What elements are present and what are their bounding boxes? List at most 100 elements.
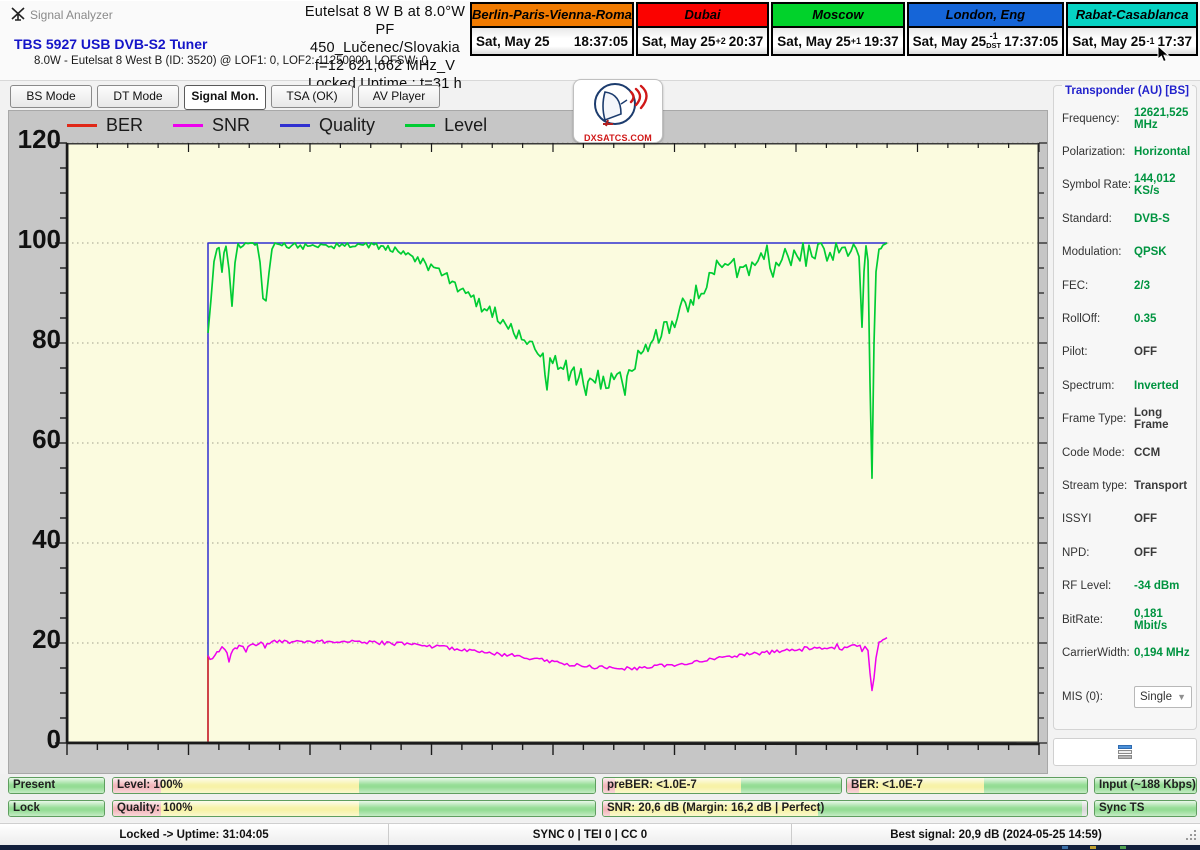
statusbar-best-signal: Best signal: 20,9 dB (2024-05-25 14:59)	[792, 824, 1200, 846]
clock-city: Rabat-Casablanca	[1068, 4, 1196, 28]
clock-city: Dubai	[638, 4, 767, 28]
world-clocks: Berlin-Paris-Vienna-RomaSat, May 2518:37…	[470, 2, 1198, 56]
field-label: Pilot:	[1062, 346, 1134, 358]
list-stack-icon	[1118, 745, 1132, 760]
meter-label: SNR: 20,6 dB (Margin: 16,2 dB | Perfect)	[607, 802, 824, 814]
field-label: MIS (0):	[1062, 691, 1134, 703]
field-value: 12621,525 MHz	[1134, 107, 1192, 131]
satellite-dish-icon	[575, 80, 661, 128]
legend-label: BER	[106, 115, 143, 136]
transponder-row: NPD:OFF	[1062, 536, 1192, 569]
transponder-row-mis: MIS (0):Single▼	[1062, 684, 1192, 710]
signal-meters: PresentLevel: 100%preBER: <1.0E-7BER: <1…	[0, 774, 1200, 822]
legend-label: Quality	[319, 115, 375, 136]
meter-label: Input (~188 Kbps)	[1099, 779, 1196, 791]
utc-offset: -1DST	[986, 32, 1001, 50]
meter-label: Level: 100%	[117, 779, 183, 791]
header: Signal Analyzer TBS 5927 USB DVB-S2 Tune…	[0, 0, 1200, 81]
field-value: OFF	[1134, 513, 1157, 525]
tab-signal-mon[interactable]: Signal Mon.	[184, 85, 266, 110]
field-label: RF Level:	[1062, 580, 1134, 592]
tab-dt-mode[interactable]: DT Mode	[97, 85, 179, 108]
field-value: OFF	[1134, 547, 1157, 559]
clock-time: 20:37	[729, 34, 764, 49]
field-value: 0.35	[1134, 313, 1156, 325]
transponder-row: RollOff:0.35	[1062, 302, 1192, 335]
field-label: Standard:	[1062, 213, 1134, 225]
legend-quality: Quality	[280, 115, 375, 136]
mouse-cursor	[1157, 46, 1171, 64]
transponder-row: Stream type:Transport	[1062, 469, 1192, 502]
field-value: 2/3	[1134, 280, 1150, 292]
field-value: CCM	[1134, 447, 1160, 459]
transponder-list-button[interactable]	[1053, 738, 1197, 766]
clock-city: London, Eng	[909, 4, 1063, 28]
transponder-panel-title: Transponder (AU) [BS]	[1062, 85, 1192, 97]
field-label: NPD:	[1062, 547, 1134, 559]
transponder-row: BitRate:0,181 Mbit/s	[1062, 603, 1192, 636]
transponder-row: Modulation:QPSK	[1062, 236, 1192, 269]
field-label: Modulation:	[1062, 246, 1134, 258]
transponder-row: Pilot:OFF	[1062, 336, 1192, 369]
legend-line-swatch	[67, 124, 97, 127]
mis-dropdown[interactable]: Single▼	[1134, 686, 1192, 708]
utc-offset: -1	[1146, 37, 1154, 46]
clock-date: Sat, May 25	[913, 34, 987, 49]
legend-ber: BER	[67, 115, 143, 136]
transponder-row: Code Mode:CCM	[1062, 436, 1192, 469]
field-label: Frame Type:	[1062, 413, 1134, 425]
input-meter: Input (~188 Kbps)	[1094, 777, 1197, 794]
tab-tsa-ok[interactable]: TSA (OK)	[271, 85, 353, 108]
transponder-row: Frequency:12621,525 MHz	[1062, 102, 1192, 135]
field-label: ISSYI	[1062, 513, 1134, 525]
clock-date: Sat, May 25	[642, 34, 716, 49]
transponder-row: Symbol Rate:144,012 KS/s	[1062, 169, 1192, 202]
field-value: 0,181 Mbit/s	[1134, 608, 1192, 632]
app-icon	[10, 6, 26, 22]
clock-moscow: MoscowSat, May 25+119:37	[771, 2, 904, 56]
field-value: OFF	[1134, 346, 1157, 358]
field-value: Inverted	[1134, 380, 1179, 392]
field-label: Frequency:	[1062, 113, 1134, 125]
legend-line-swatch	[173, 124, 203, 127]
resize-grip[interactable]	[1184, 828, 1198, 842]
field-label: BitRate:	[1062, 614, 1134, 626]
tab-av-player[interactable]: AV Player	[358, 85, 440, 108]
field-value: DVB-S	[1134, 213, 1170, 225]
quality-meter: Quality: 100%	[112, 800, 596, 817]
field-value: Long Frame	[1134, 407, 1192, 431]
transponder-panel: Transponder (AU) [BS] Frequency:12621,52…	[1053, 85, 1197, 730]
transponder-row: ISSYIOFF	[1062, 503, 1192, 536]
legend-level: Level	[405, 115, 487, 136]
field-label: Polarization:	[1062, 146, 1134, 158]
syncts-meter: Sync TS	[1094, 800, 1197, 817]
clock-date: Sat, May 25	[777, 34, 851, 49]
field-value: Horizontal	[1134, 146, 1190, 158]
transponder-row: Polarization:Horizontal	[1062, 135, 1192, 168]
legend-line-swatch	[405, 124, 435, 127]
statusbar-uptime: Locked -> Uptime: 31:04:05	[0, 824, 389, 846]
satellite-info: Eutelsat 8 W B at 8.0°W PF 450_Lučenec/S…	[300, 3, 470, 93]
dxsatcs-logo: DXSATCS.COM	[573, 79, 663, 143]
legend-label: Level	[444, 115, 487, 136]
clock-dubai: DubaiSat, May 25+220:37	[636, 2, 769, 56]
app-title: Signal Analyzer	[30, 8, 113, 22]
field-value: QPSK	[1134, 246, 1167, 258]
plot-area	[53, 139, 1049, 764]
taskbar-sliver	[0, 845, 1200, 850]
mode-tabs: BS ModeDT ModeSignal Mon.TSA (OK)AV Play…	[10, 85, 440, 108]
statusbar: Locked -> Uptime: 31:04:05 SYNC 0 | TEI …	[0, 823, 1200, 846]
signal-chart: BERSNRQualityLevel 020406080100120	[8, 110, 1048, 774]
meter-label: Lock	[13, 802, 40, 814]
utc-offset: +1	[851, 37, 861, 46]
tab-bs-mode[interactable]: BS Mode	[10, 85, 92, 108]
chevron-down-icon: ▼	[1177, 692, 1186, 702]
field-label: Symbol Rate:	[1062, 179, 1134, 191]
legend-label: SNR	[212, 115, 250, 136]
preber-meter: preBER: <1.0E-7	[602, 777, 842, 794]
clock-city: Berlin-Paris-Vienna-Roma	[472, 4, 632, 28]
level-meter: Level: 100%	[112, 777, 596, 794]
transponder-row: FEC:2/3	[1062, 269, 1192, 302]
field-value: 144,012 KS/s	[1134, 173, 1192, 197]
frequency-line: f=12 621,662 MHz_V	[300, 57, 470, 75]
